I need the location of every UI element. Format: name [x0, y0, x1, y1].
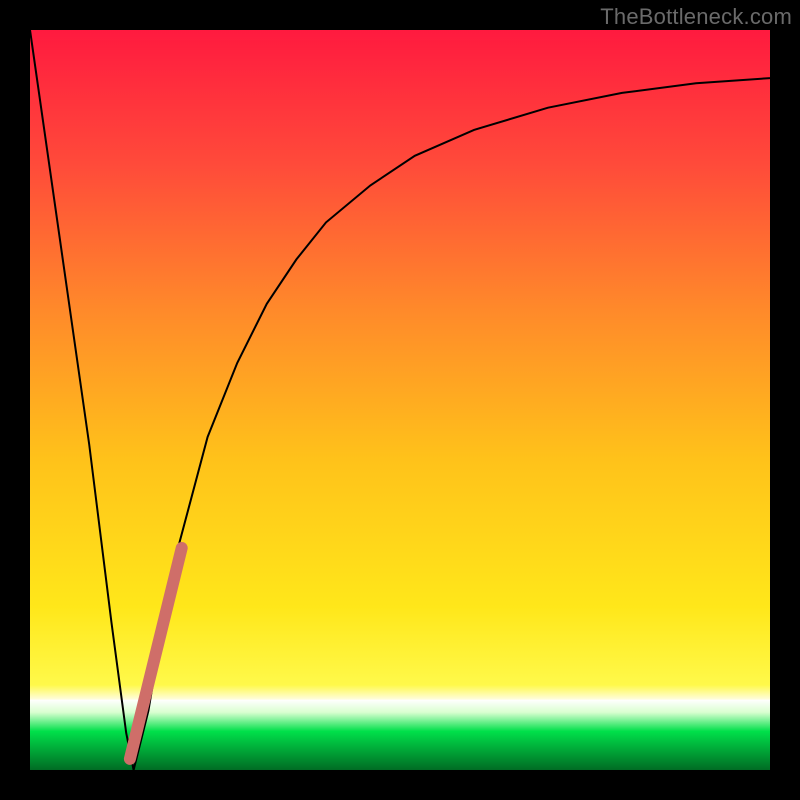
chart-frame: TheBottleneck.com — [0, 0, 800, 800]
chart-svg — [30, 30, 770, 770]
watermark-text: TheBottleneck.com — [600, 4, 792, 30]
gradient-background — [30, 30, 770, 770]
plot-area — [30, 30, 770, 770]
